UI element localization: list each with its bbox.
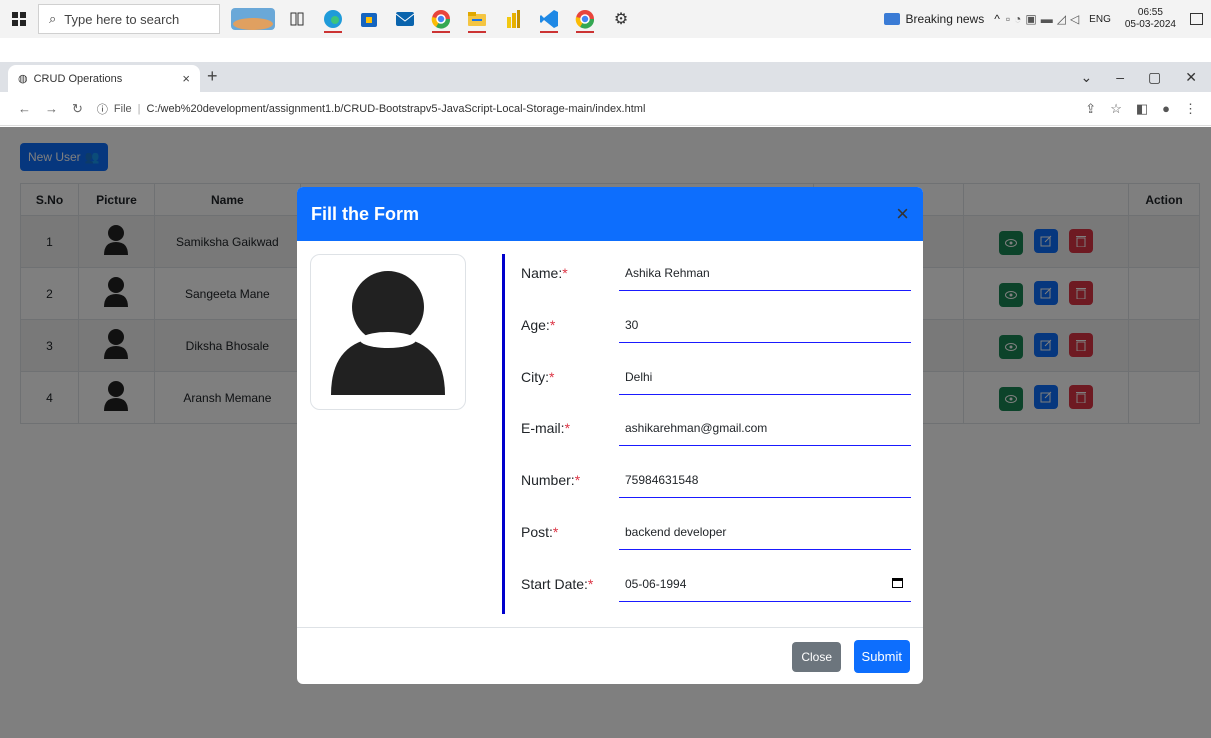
- modal-close-icon[interactable]: ×: [896, 203, 909, 225]
- age-row: Age:* 30: [521, 305, 911, 345]
- side-panel-icon[interactable]: ◧: [1136, 101, 1148, 117]
- taskbar-search-input[interactable]: ⌕ Type here to search: [38, 4, 220, 34]
- system-tray: Breaking news ^ ▫◔▣▬◿◁ ENG 06:55 05-03-2…: [883, 7, 1211, 31]
- minimize-icon[interactable]: –: [1116, 69, 1124, 85]
- file-explorer-icon[interactable]: [462, 4, 492, 34]
- city-input[interactable]: Delhi: [619, 359, 911, 395]
- clock-time: 06:55: [1137, 7, 1163, 18]
- news-label[interactable]: Breaking news: [906, 12, 985, 26]
- tab-crud-operations[interactable]: ◍ CRUD Operations ×: [8, 65, 200, 92]
- news-icon[interactable]: [883, 13, 900, 25]
- tab-close-icon[interactable]: ×: [182, 71, 190, 86]
- taskbar-apps: ⚙: [230, 4, 636, 34]
- edge-icon[interactable]: [318, 4, 348, 34]
- fill-form-modal: Fill the Form × Name:* Ashika Rehman Age…: [297, 187, 923, 684]
- age-input[interactable]: 30: [619, 307, 911, 343]
- url-prefix: File: [113, 102, 132, 115]
- mail-icon[interactable]: [390, 4, 420, 34]
- search-placeholder: Type here to search: [64, 11, 180, 27]
- window-controls: ⌄ – ▢ ✕: [1081, 62, 1211, 92]
- tray-icons[interactable]: ▫◔▣▬◿◁: [1006, 12, 1083, 26]
- name-input[interactable]: Ashika Rehman: [619, 255, 911, 291]
- globe-icon: ◍: [18, 73, 28, 85]
- tab-title: CRUD Operations: [33, 72, 123, 85]
- email-label: E-mail:*: [521, 420, 571, 436]
- number-row: Number:* 75984631548: [521, 460, 911, 500]
- settings-gear-icon[interactable]: ⚙: [606, 4, 636, 34]
- vscode-icon[interactable]: [534, 4, 564, 34]
- form-divider: [502, 254, 505, 614]
- age-label: Age:*: [521, 317, 556, 333]
- start-date-value: 05-06-1994: [625, 576, 687, 591]
- name-label: Name:*: [521, 265, 568, 281]
- maximize-icon[interactable]: ▢: [1148, 69, 1161, 86]
- start-date-row: Start Date:* 05-06-1994: [521, 564, 911, 604]
- modal-header: Fill the Form ×: [297, 187, 923, 241]
- widget-landscape-icon[interactable]: [230, 4, 276, 34]
- post-input[interactable]: backend developer: [619, 514, 911, 550]
- clock-date: 05-03-2024: [1124, 19, 1176, 30]
- post-row: Post:* backend developer: [521, 512, 911, 552]
- window-close-icon[interactable]: ✕: [1185, 69, 1197, 86]
- reload-icon[interactable]: ↻: [72, 101, 83, 117]
- info-icon[interactable]: ⓘ: [97, 101, 108, 117]
- new-tab-button[interactable]: +: [207, 66, 218, 87]
- clock[interactable]: 06:55 05-03-2024: [1125, 7, 1176, 31]
- start-date-input[interactable]: 05-06-1994: [619, 566, 911, 602]
- submit-button[interactable]: Submit: [853, 640, 910, 673]
- share-icon[interactable]: ⇪: [1085, 101, 1096, 117]
- language-indicator[interactable]: ENG: [1089, 14, 1111, 25]
- power-bi-icon[interactable]: [498, 4, 528, 34]
- url-field[interactable]: ⓘ File | C:/web%20development/assignment…: [97, 101, 646, 117]
- forward-icon[interactable]: →: [45, 101, 58, 117]
- user-avatar-icon: [331, 271, 445, 395]
- chrome-alt-icon[interactable]: [570, 4, 600, 34]
- task-view-icon[interactable]: [282, 4, 312, 34]
- bookmark-star-icon[interactable]: ☆: [1110, 101, 1122, 117]
- email-input[interactable]: ashikarehman@gmail.com: [619, 410, 911, 446]
- city-row: City:* Delhi: [521, 357, 911, 397]
- modal-title: Fill the Form: [311, 203, 419, 224]
- tab-search-chevron-icon[interactable]: ⌄: [1081, 69, 1093, 86]
- url-separator: |: [137, 102, 141, 115]
- email-row: E-mail:* ashikarehman@gmail.com: [521, 408, 911, 448]
- url-text: C:/web%20development/assignment1.b/CRUD-…: [146, 102, 646, 115]
- chevron-up-icon[interactable]: ^: [994, 12, 1000, 26]
- close-button[interactable]: Close: [792, 642, 841, 672]
- windows-start-icon[interactable]: [0, 0, 38, 38]
- notification-icon[interactable]: [1190, 13, 1203, 25]
- number-input[interactable]: 75984631548: [619, 462, 911, 498]
- taskbar: ⌕ Type here to search ⚙ Breaking news ^ …: [0, 0, 1211, 38]
- profile-icon[interactable]: ●: [1162, 101, 1170, 117]
- modal-footer: Close Submit: [297, 627, 923, 684]
- search-icon: ⌕: [49, 11, 57, 26]
- number-label: Number:*: [521, 472, 581, 488]
- chrome-icon[interactable]: [426, 4, 456, 34]
- profile-picture-upload[interactable]: [310, 254, 466, 410]
- start-date-label: Start Date:*: [521, 576, 594, 592]
- city-label: City:*: [521, 369, 555, 385]
- post-label: Post:*: [521, 524, 559, 540]
- store-icon[interactable]: [354, 4, 384, 34]
- tab-bar: ◍ CRUD Operations × + ⌄ – ▢ ✕: [0, 62, 1211, 92]
- address-bar: ← → ↻ ⓘ File | C:/web%20development/assi…: [0, 92, 1211, 126]
- name-row: Name:* Ashika Rehman: [521, 253, 911, 293]
- calendar-icon[interactable]: [892, 577, 903, 591]
- menu-kebab-icon[interactable]: ⋮: [1184, 101, 1197, 117]
- back-icon[interactable]: ←: [18, 101, 31, 117]
